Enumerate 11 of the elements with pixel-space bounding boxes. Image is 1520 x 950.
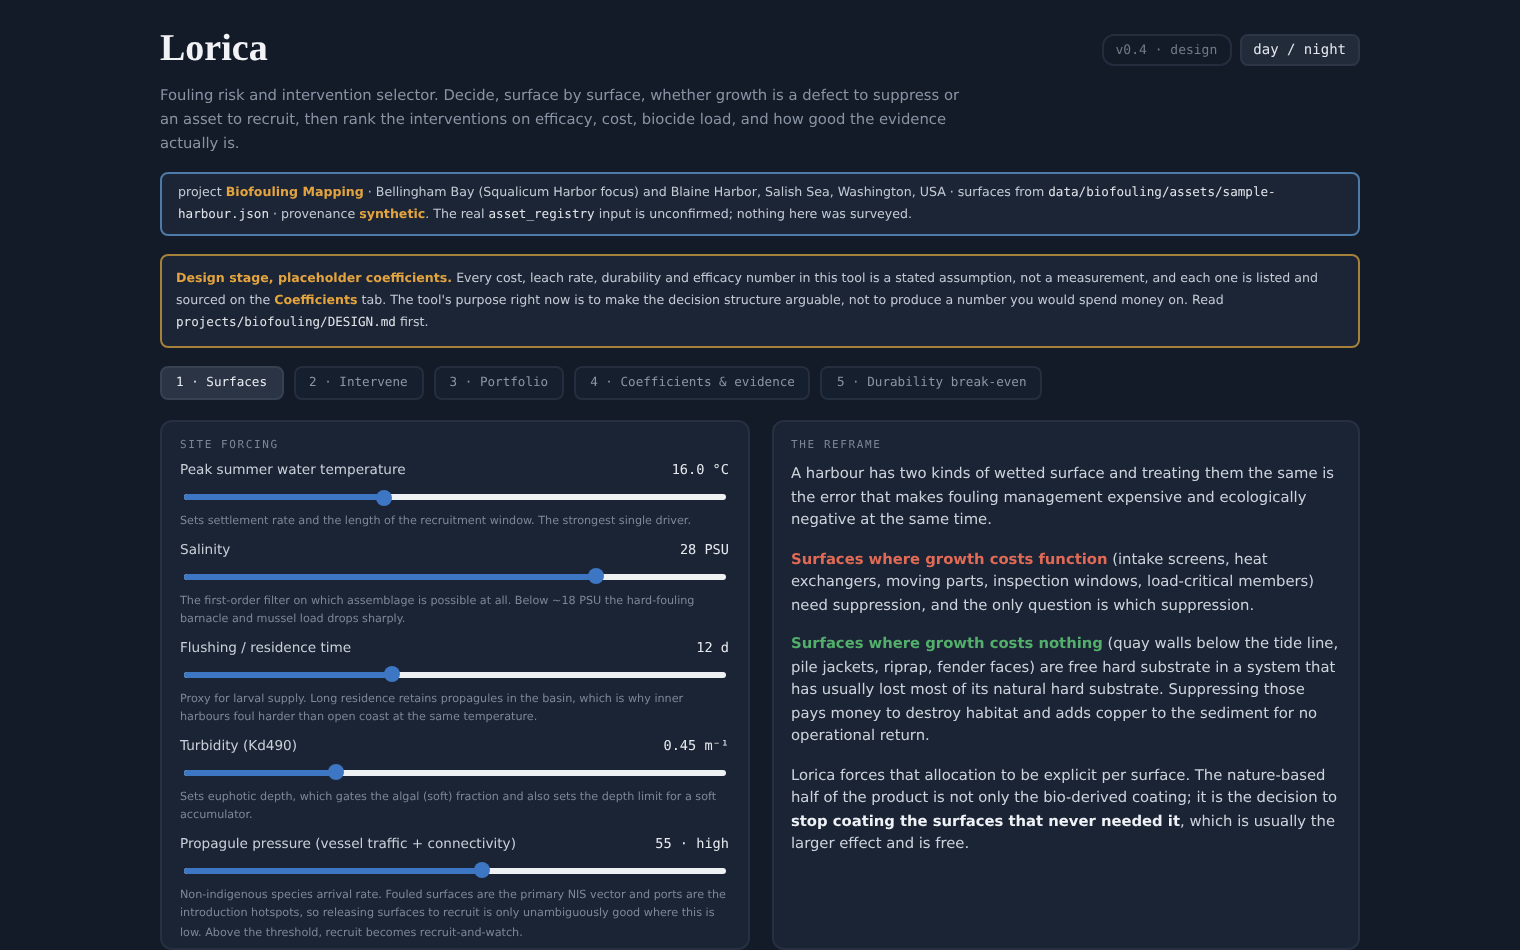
slider-track[interactable] bbox=[184, 867, 725, 873]
slider-track[interactable] bbox=[184, 573, 725, 579]
slider-track[interactable] bbox=[184, 494, 725, 500]
slider-thumb[interactable] bbox=[384, 666, 401, 682]
slider-thumb[interactable] bbox=[327, 764, 344, 780]
slider-thumb[interactable] bbox=[473, 862, 490, 878]
slider-track[interactable] bbox=[184, 769, 725, 775]
app-title: Lorica bbox=[160, 28, 268, 72]
slider-thumb[interactable] bbox=[376, 489, 393, 505]
slider-thumb[interactable] bbox=[587, 568, 604, 584]
slider-track[interactable] bbox=[184, 671, 725, 677]
